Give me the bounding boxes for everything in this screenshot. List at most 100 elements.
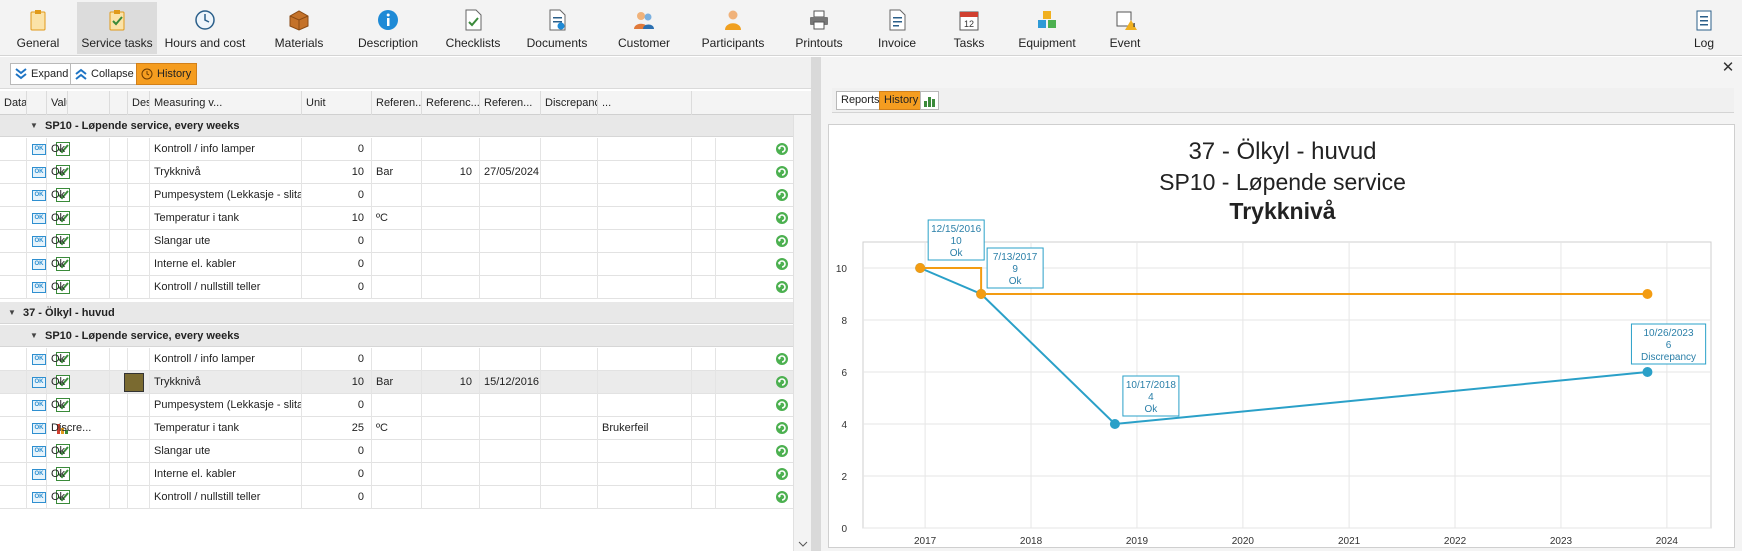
column-header[interactable]: Unit <box>302 91 372 115</box>
ribbon-tasks-button[interactable]: 12 Tasks <box>938 2 1000 54</box>
ribbon-materials-button[interactable]: Materials <box>254 2 344 54</box>
refresh-icon[interactable] <box>775 444 789 458</box>
vertical-scrollbar[interactable] <box>793 115 811 551</box>
ribbon-invoice-button[interactable]: Invoice <box>862 2 932 54</box>
refresh-icon[interactable] <box>775 142 789 156</box>
ribbon-hours-and-cost-button[interactable]: Hours and cost <box>160 2 250 54</box>
measuring-value-cell: 0 <box>302 440 372 463</box>
ribbon-checklists-button[interactable]: Checklists <box>434 2 512 54</box>
collapse-button[interactable]: Collapse <box>70 63 140 85</box>
tab-chart[interactable] <box>920 91 939 110</box>
cell-divider <box>0 486 27 509</box>
photo-thumbnail[interactable] <box>124 373 144 392</box>
refresh-icon[interactable] <box>775 280 789 294</box>
column-header[interactable]: Referenc... <box>422 91 480 115</box>
cell-divider <box>110 161 128 184</box>
ribbon-participants-button[interactable]: Participants <box>690 2 776 54</box>
tab-reports[interactable]: Reports <box>836 91 885 110</box>
ribbon-equipment-button[interactable]: Equipment <box>1007 2 1087 54</box>
measuring-value-cell: 10 <box>302 161 372 184</box>
column-header[interactable]: Description <box>128 91 150 115</box>
table-row[interactable]: OK Discre... Temperatur i tank 25 ºC Brukerfe… <box>0 417 793 440</box>
measuring-value-cell: 0 <box>302 253 372 276</box>
x-tick-label: 2020 <box>1232 536 1255 547</box>
cell-divider <box>27 230 47 253</box>
refresh-icon[interactable] <box>775 421 789 435</box>
close-icon[interactable]: ✕ <box>1720 60 1736 76</box>
expand-button[interactable]: Expand <box>10 63 75 85</box>
table-row[interactable]: OK Ok Pumpesystem (Lekkasje - slita... 0 <box>0 394 793 417</box>
ribbon-label: Documents <box>526 36 588 50</box>
grid-header: Data... Value DescriptionMeasuring v...Uni… <box>0 91 811 115</box>
refresh-icon[interactable] <box>775 165 789 179</box>
pane-splitter[interactable] <box>811 57 821 551</box>
unit-cell <box>372 486 422 509</box>
group-title: SP10 - Løpende service, every weeks <box>45 120 240 132</box>
refresh-icon[interactable] <box>775 188 789 202</box>
column-header[interactable] <box>110 91 128 115</box>
column-header[interactable]: Data... <box>0 91 27 115</box>
y-tick-label: 0 <box>841 524 847 535</box>
y-tick-label: 8 <box>841 316 847 327</box>
ribbon-general-button[interactable]: General <box>0 2 76 54</box>
measuring-value-cell: 10 <box>302 371 372 394</box>
ribbon-event-button[interactable]: Event <box>1090 2 1160 54</box>
collapse-group-icon[interactable]: ▼ <box>30 325 38 347</box>
discrepancy-cell <box>598 348 692 371</box>
column-header[interactable]: Referen... <box>480 91 541 115</box>
cell-divider <box>27 207 47 230</box>
cell-divider <box>27 161 47 184</box>
refresh-icon[interactable] <box>775 398 789 412</box>
ribbon-printouts-button[interactable]: Printouts <box>779 2 859 54</box>
ribbon-log-button[interactable]: Log <box>1684 2 1724 54</box>
ribbon-customer-button[interactable]: Customer <box>602 2 686 54</box>
table-row[interactable]: OK Ok Kontroll / nullstill teller 0 <box>0 276 793 299</box>
column-header[interactable]: Value <box>47 91 68 115</box>
reference-cell <box>541 138 598 161</box>
expand-label: Expand <box>31 68 69 80</box>
collapse-group-icon[interactable]: ▼ <box>8 302 16 324</box>
refresh-icon[interactable] <box>775 467 789 481</box>
column-header[interactable]: Discrepancy <box>541 91 598 115</box>
ribbon-label: Tasks <box>953 36 985 50</box>
ribbon-documents-button[interactable]: Documents <box>516 2 598 54</box>
column-header[interactable]: Measuring v... <box>150 91 302 115</box>
table-row[interactable]: OK Ok Interne el. kabler 0 <box>0 463 793 486</box>
history-button[interactable]: History <box>136 63 198 85</box>
history-label: History <box>157 68 192 80</box>
measuring-value-cell: 0 <box>302 463 372 486</box>
column-header[interactable]: ... <box>598 91 692 115</box>
group-row[interactable]: ▼ SP10 - Løpende service, every weeks <box>0 115 793 137</box>
column-header[interactable]: Referen... <box>372 91 422 115</box>
info-icon <box>375 7 401 33</box>
column-header[interactable] <box>68 91 110 115</box>
group-row[interactable]: ▼ 37 - Ölkyl - huvud <box>0 302 793 324</box>
table-row[interactable]: OK Ok Slangar ute 0 <box>0 440 793 463</box>
table-row[interactable]: OK Ok Temperatur i tank 10 ºC <box>0 207 793 230</box>
table-row[interactable]: OK Ok Kontroll / info lamper 0 <box>0 138 793 161</box>
refresh-icon[interactable] <box>775 257 789 271</box>
refresh-icon[interactable] <box>775 490 789 504</box>
tab-history[interactable]: History <box>879 91 924 110</box>
group-row[interactable]: ▼ SP10 - Løpende service, every weeks <box>0 325 793 347</box>
refresh-icon[interactable] <box>775 352 789 366</box>
reference-date-cell <box>480 138 541 161</box>
refresh-icon[interactable] <box>775 234 789 248</box>
refresh-icon[interactable] <box>775 211 789 225</box>
unit-cell <box>372 394 422 417</box>
reference-cell <box>422 440 480 463</box>
collapse-group-icon[interactable]: ▼ <box>30 115 38 137</box>
column-header[interactable] <box>27 91 47 115</box>
table-row[interactable]: OK Ok Pumpesystem (Lekkasje - slita... 0 <box>0 184 793 207</box>
table-row[interactable]: OK Ok Trykknivå 10 Bar 10 15/12/2016 <box>0 371 793 394</box>
refresh-icon[interactable] <box>775 375 789 389</box>
table-row[interactable]: OK Ok Interne el. kabler 0 <box>0 253 793 276</box>
value-cell: Ok <box>47 440 110 463</box>
table-row[interactable]: OK Ok Kontroll / nullstill teller 0 <box>0 486 793 509</box>
table-row[interactable]: OK Ok Kontroll / info lamper 0 <box>0 348 793 371</box>
table-row[interactable]: OK Ok Trykknivå 10 Bar 10 27/05/2024 <box>0 161 793 184</box>
cell-divider <box>128 276 150 299</box>
ribbon-description-button[interactable]: Description <box>348 2 428 54</box>
ribbon-service-tasks-button[interactable]: Service tasks <box>77 2 157 54</box>
table-row[interactable]: OK Ok Slangar ute 0 <box>0 230 793 253</box>
